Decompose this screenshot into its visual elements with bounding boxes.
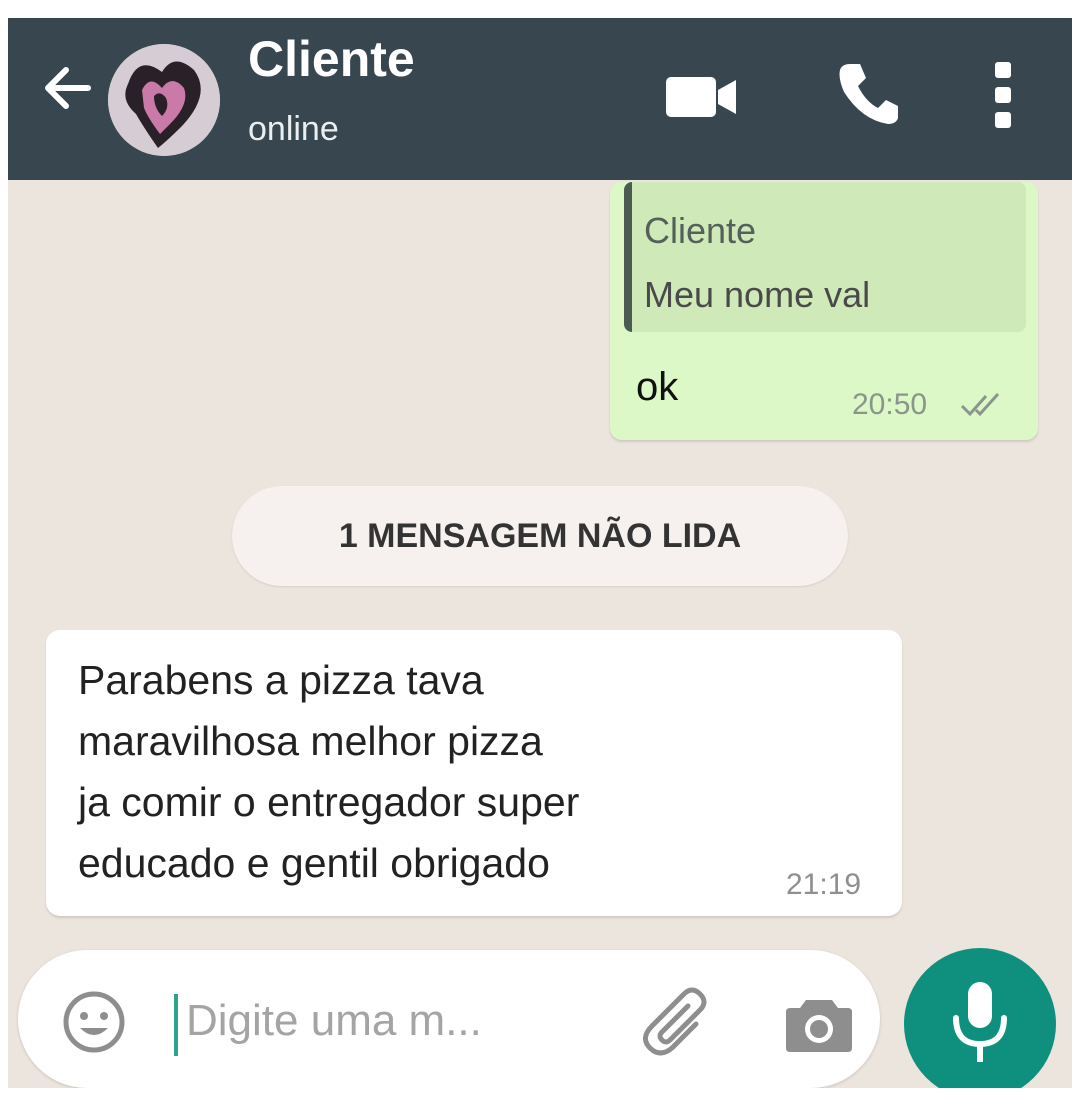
unread-banner: 1 MENSAGEM NÃO LIDA bbox=[232, 486, 848, 586]
attach-icon bbox=[643, 987, 707, 1056]
voice-call-button[interactable] bbox=[836, 60, 900, 131]
chat-screen: Cliente online Cliente Meu nome val ok 2… bbox=[8, 18, 1072, 1088]
contact-status: online bbox=[248, 110, 339, 148]
video-call-button[interactable] bbox=[664, 72, 740, 127]
camera-button[interactable] bbox=[784, 996, 854, 1059]
message-time: 20:50 bbox=[852, 388, 928, 421]
more-vert-icon bbox=[995, 62, 1011, 128]
contact-avatar[interactable] bbox=[108, 44, 220, 156]
emoji-button[interactable] bbox=[62, 990, 126, 1059]
quoted-author: Cliente bbox=[644, 210, 757, 251]
arrow-left-icon bbox=[45, 67, 91, 109]
phone-icon bbox=[839, 64, 898, 124]
avatar-image bbox=[108, 44, 220, 156]
message-text: ok bbox=[636, 365, 679, 409]
video-call-icon bbox=[666, 77, 736, 117]
camera-icon bbox=[786, 1000, 852, 1052]
text-cursor bbox=[174, 994, 178, 1056]
received-message[interactable]: Parabens a pizza tava maravilhosa melhor… bbox=[46, 630, 902, 916]
attach-button[interactable] bbox=[640, 984, 716, 1065]
double-check-icon bbox=[960, 392, 1000, 417]
chat-header: Cliente online bbox=[8, 18, 1072, 180]
message-time: 21:19 bbox=[786, 868, 862, 901]
quoted-text: Meu nome val bbox=[644, 274, 871, 315]
message-composer bbox=[18, 950, 880, 1088]
message-text: Parabens a pizza tava maravilhosa melhor… bbox=[78, 657, 580, 886]
contact-name[interactable]: Cliente bbox=[248, 30, 415, 88]
more-options-button[interactable] bbox=[988, 58, 1018, 137]
mic-icon bbox=[953, 982, 1007, 1062]
emoji-icon bbox=[63, 991, 125, 1053]
voice-record-button[interactable] bbox=[904, 948, 1056, 1088]
sent-message[interactable]: Cliente Meu nome val ok 20:50 bbox=[610, 182, 1038, 440]
back-button[interactable] bbox=[38, 58, 98, 118]
message-input[interactable] bbox=[186, 988, 606, 1054]
